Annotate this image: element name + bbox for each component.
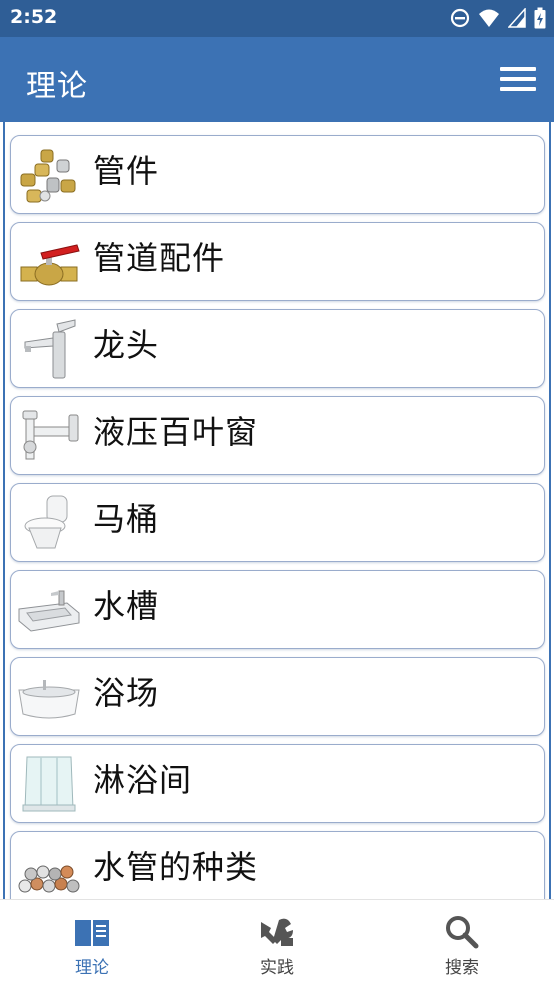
status-time: 2:52: [10, 6, 58, 28]
list-item-label: 淋浴间: [93, 761, 193, 799]
list-item-label: 龙头: [93, 326, 160, 364]
list-item-label: 水管的种类: [93, 848, 259, 886]
list-item-baths[interactable]: 浴场: [10, 657, 545, 736]
tab-theory[interactable]: 理论: [0, 900, 184, 986]
list-item-showers[interactable]: 淋浴间: [10, 744, 545, 823]
ball-valve-image: [20, 244, 80, 286]
faucet-image: [24, 319, 76, 379]
list-item-toilets[interactable]: 马桶: [10, 483, 545, 562]
list-item-pipe-types[interactable]: 水管的种类: [10, 831, 545, 899]
battery-charging-icon: [534, 7, 546, 29]
do-not-disturb-icon: [450, 8, 470, 28]
tab-search[interactable]: 搜索: [370, 900, 554, 986]
list-item-siphons[interactable]: 液压百叶窗: [10, 396, 545, 475]
tab-practice[interactable]: 实践: [185, 900, 369, 986]
list-item-label: 液压百叶窗: [93, 413, 259, 451]
hamburger-menu-icon[interactable]: [500, 67, 538, 93]
toilet-image: [24, 495, 68, 549]
book-icon: [75, 920, 109, 946]
shower-cabin-image: [22, 756, 76, 812]
list-item-label: 水槽: [93, 587, 160, 625]
list-item-pipe-accessories[interactable]: 管道配件: [10, 222, 545, 301]
page-title: 理论: [26, 69, 88, 104]
list-item-fittings[interactable]: 管件: [10, 135, 545, 214]
category-list: 管件 管道配件 龙头 液压百叶窗 马桶 水槽 浴场 淋浴间 水管的种类: [3, 122, 551, 899]
tab-search-label: 搜索: [445, 958, 479, 978]
status-icons: [450, 7, 546, 29]
tab-theory-label: 理论: [75, 958, 109, 978]
wifi-icon: [479, 9, 499, 27]
app-bar: 理论: [0, 37, 554, 122]
list-item-sinks[interactable]: 水槽: [10, 570, 545, 649]
search-icon: [446, 916, 479, 949]
list-item-label: 管道配件: [93, 239, 226, 277]
signal-icon: [508, 8, 526, 28]
pipes-image: [18, 865, 80, 893]
list-item-label: 马桶: [93, 500, 160, 538]
sink-siphon-image: [22, 410, 79, 460]
pipe-fittings-image: [20, 149, 76, 203]
tools-icon: [261, 918, 293, 946]
bathtub-image: [18, 680, 80, 719]
status-bar: 2:52: [0, 0, 554, 37]
list-item-label: 浴场: [93, 674, 160, 712]
list-item-faucets[interactable]: 龙头: [10, 309, 545, 388]
list-item-label: 管件: [93, 152, 160, 190]
washbasin-image: [18, 590, 80, 632]
tab-practice-label: 实践: [260, 958, 294, 978]
bottom-navigation: 理论 实践 搜索: [0, 899, 554, 985]
